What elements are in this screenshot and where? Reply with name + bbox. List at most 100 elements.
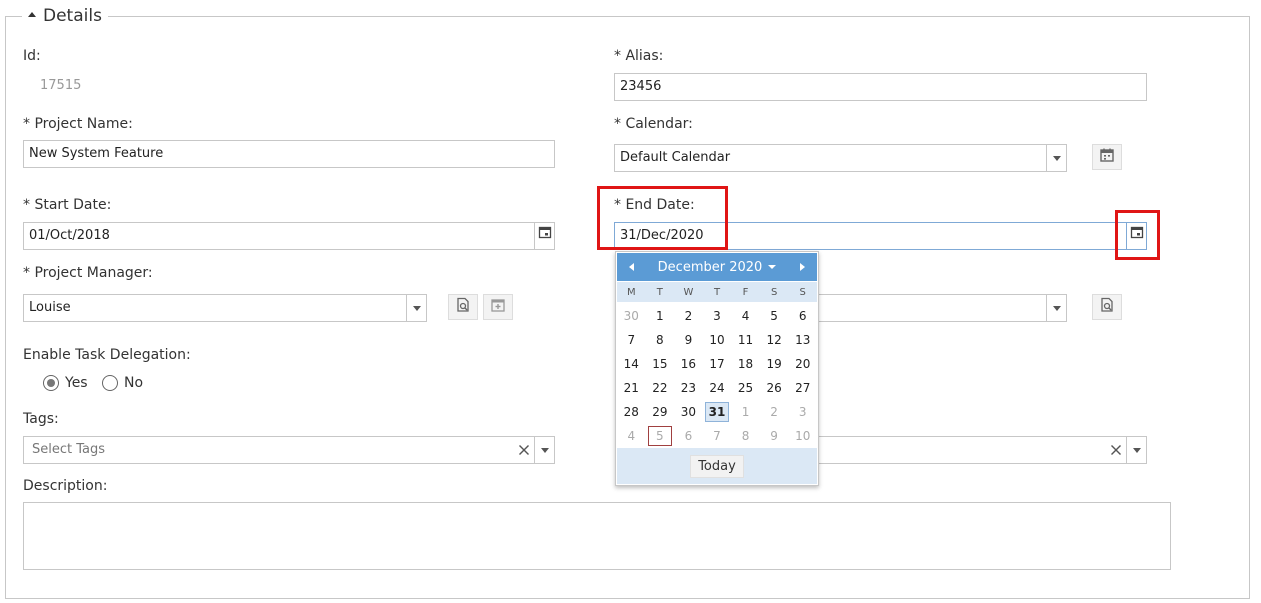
month-year-label: December 2020 [657, 259, 763, 275]
task-delegation-no-option[interactable]: No [102, 375, 143, 391]
start-date-input[interactable]: 01/Oct/2018 [23, 222, 555, 250]
calendar-day-label: 30 [680, 405, 697, 419]
yes-radio[interactable] [43, 375, 59, 391]
project-name-input[interactable]: New System Feature [23, 140, 555, 168]
day-grid: 30 1 2 3 4 5 6 7 8 9 10 11 12 13 14 15 16 17 18 19 20 21 22 23 2… [617, 304, 817, 448]
start-date-value: 01/Oct/2018 [29, 228, 110, 243]
calendar-day[interactable]: 25 [731, 376, 760, 400]
task-delegation-yes-option[interactable]: Yes [43, 375, 88, 391]
next-month-button[interactable] [796, 256, 809, 279]
calendar-day[interactable]: 17 [703, 352, 732, 376]
calendar-day[interactable]: 22 [646, 376, 675, 400]
calendar-day-label: 9 [684, 333, 693, 347]
calendar-day[interactable]: 18 [731, 352, 760, 376]
calendar-day[interactable]: 7 [703, 424, 732, 448]
tags-label: Tags: [23, 411, 59, 427]
calendar-select[interactable]: Default Calendar [614, 144, 1067, 172]
calendar-select-value: Default Calendar [620, 150, 731, 165]
prev-month-button[interactable] [625, 256, 638, 279]
calendar-day[interactable]: 8 [646, 328, 675, 352]
calendar-day[interactable]: 2 [760, 400, 789, 424]
calendar-day[interactable]: 20 [788, 352, 817, 376]
alias-input[interactable]: 23456 [614, 73, 1147, 101]
calendar-day[interactable]: 9 [760, 424, 789, 448]
calendar-day[interactable]: 9 [674, 328, 703, 352]
calendar-day[interactable]: 31 [703, 400, 732, 424]
calendar-day[interactable]: 5 [760, 304, 789, 328]
calendar-day-label: 1 [656, 309, 664, 323]
calendar-day-label: 29 [652, 405, 668, 419]
search-document-icon [1099, 297, 1115, 317]
clear-icon[interactable] [1106, 437, 1126, 463]
calendar-day[interactable]: 27 [788, 376, 817, 400]
no-radio-label: No [124, 375, 144, 391]
calendar-day[interactable]: 6 [788, 304, 817, 328]
calendar-day[interactable]: 26 [760, 376, 789, 400]
calendar-day[interactable]: 30 [674, 400, 703, 424]
calendar-day-label: 28 [623, 405, 639, 419]
clear-icon[interactable] [514, 437, 534, 463]
calendar-day-label: 8 [656, 333, 664, 347]
no-radio[interactable] [102, 375, 118, 391]
calendar-day-label: 30 [623, 309, 639, 323]
secondary-lookup-button[interactable] [1092, 294, 1122, 320]
end-date-picker-highlight-box [1115, 210, 1160, 260]
project-manager-select[interactable]: Louise [23, 294, 427, 322]
calendar-day[interactable]: 29 [646, 400, 675, 424]
calendar-day-label: 19 [766, 357, 782, 371]
collapse-caret-icon[interactable] [28, 12, 36, 17]
calendar-day[interactable]: 1 [646, 304, 675, 328]
calendar-day[interactable]: 30 [617, 304, 646, 328]
calendar-day-label: 16 [680, 357, 697, 371]
calendar-day[interactable]: 19 [760, 352, 789, 376]
calendar-day[interactable]: 6 [674, 424, 703, 448]
project-manager-add-button[interactable] [483, 294, 513, 320]
description-textarea[interactable] [23, 502, 1171, 570]
calendar-day[interactable]: 28 [617, 400, 646, 424]
calendar-day[interactable]: 24 [703, 376, 732, 400]
calendar-day[interactable]: 4 [617, 424, 646, 448]
calendar-day-label: 6 [684, 429, 693, 443]
secondary-tags-input[interactable] [790, 436, 1147, 464]
month-year-selector[interactable]: December 2020 [658, 260, 777, 275]
calendar-day[interactable]: 3 [788, 400, 817, 424]
secondary-dropdown-arrow[interactable] [1046, 295, 1066, 321]
weekday-label: M [626, 286, 636, 298]
calendar-day[interactable]: 11 [731, 328, 760, 352]
calendar-day[interactable]: 12 [760, 328, 789, 352]
calendar-day[interactable]: 4 [731, 304, 760, 328]
calendar-day[interactable]: 10 [703, 328, 732, 352]
calendar-day[interactable]: 14 [617, 352, 646, 376]
secondary-tags-dropdown-arrow[interactable] [1126, 437, 1146, 463]
calendar-day[interactable]: 8 [731, 424, 760, 448]
calendar-lookup-button[interactable] [1092, 144, 1122, 170]
today-button[interactable]: Today [690, 454, 744, 478]
calendar-day[interactable]: 7 [617, 328, 646, 352]
datepicker-popup: December 2020 MTWTFSS 30 1 2 3 4 5 6 7 8 9 10 11 12 1… [615, 251, 819, 486]
calendar-day[interactable]: 1 [731, 400, 760, 424]
tags-dropdown-arrow[interactable] [534, 437, 554, 463]
tags-input[interactable]: Select Tags [23, 436, 555, 464]
calendar-day[interactable]: 21 [617, 376, 646, 400]
calendar-day-label: 7 [627, 333, 636, 347]
calendar-day-label: 26 [766, 381, 782, 395]
calendar-day[interactable]: 3 [703, 304, 732, 328]
start-date-picker-button[interactable] [534, 223, 554, 249]
search-document-icon [455, 297, 471, 317]
calendar-day[interactable]: 10 [788, 424, 817, 448]
calendar-day[interactable]: 16 [674, 352, 703, 376]
calendar-dropdown-arrow[interactable] [1046, 145, 1066, 171]
project-manager-lookup-button[interactable] [448, 294, 478, 320]
calendar-day[interactable]: 13 [788, 328, 817, 352]
calendar-day[interactable]: 5 [646, 424, 675, 448]
calendar-day-label: 10 [709, 333, 725, 347]
calendar-day-label: 9 [770, 429, 778, 443]
calendar-day-label: 21 [623, 381, 639, 395]
calendar-day[interactable]: 15 [646, 352, 675, 376]
details-legend[interactable]: Details [22, 6, 108, 26]
project-manager-dropdown-arrow[interactable] [406, 295, 426, 321]
calendar-day-label: 2 [770, 405, 778, 419]
calendar-day[interactable]: 2 [674, 304, 703, 328]
calendar-day[interactable]: 23 [674, 376, 703, 400]
project-manager-label: * Project Manager: [23, 265, 153, 281]
